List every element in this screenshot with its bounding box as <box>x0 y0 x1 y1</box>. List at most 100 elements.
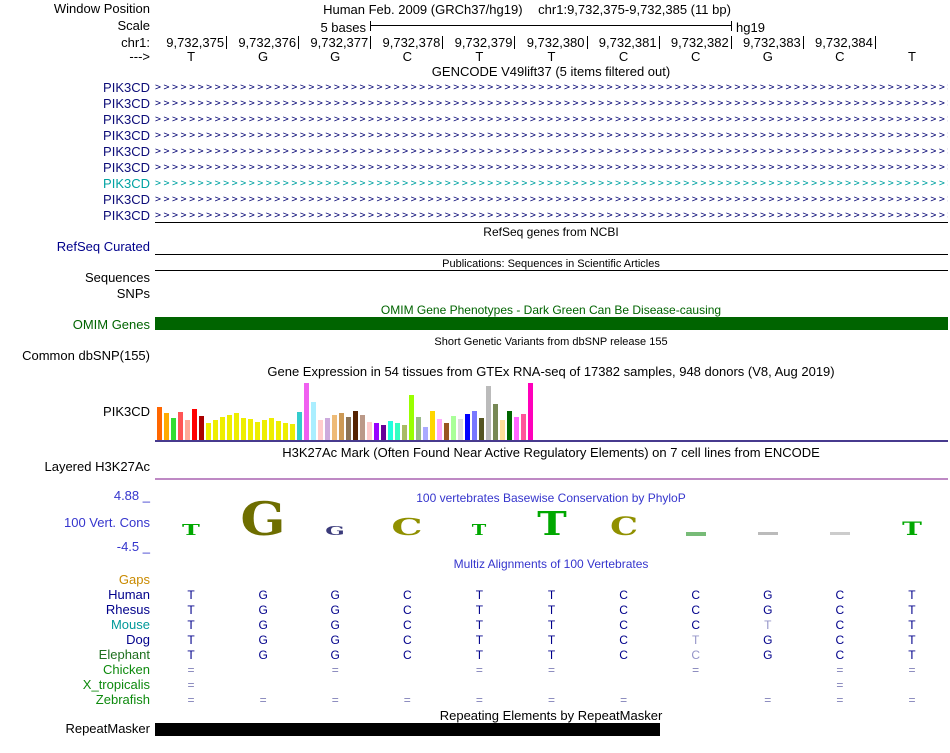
track-label-snps[interactable]: SNPs <box>117 287 150 301</box>
gtex-expression-bar[interactable] <box>458 419 463 440</box>
gtex-expression-bar[interactable] <box>521 414 526 440</box>
track-label-refseq[interactable]: RefSeq Curated <box>57 240 150 254</box>
gtex-expression-bar[interactable] <box>416 417 421 440</box>
gene-transcript[interactable]: >>>>>>>>>>>>>>>>>>>>>>>>>>>>>>>>>>>>>>>>… <box>155 129 948 143</box>
gtex-expression-bar[interactable] <box>206 423 211 440</box>
ruler-position[interactable]: 9,732,379 <box>443 36 516 49</box>
gtex-expression-bar[interactable] <box>234 413 239 440</box>
gtex-expression-bar[interactable] <box>423 427 428 440</box>
gtex-expression-bar[interactable] <box>192 409 197 440</box>
dbsnp-track-title[interactable]: Short Genetic Variants from dbSNP releas… <box>434 336 667 349</box>
gtex-expression-bar[interactable] <box>262 420 267 440</box>
omim-gene-bar[interactable] <box>155 317 948 330</box>
gtex-expression-bar[interactable] <box>346 417 351 440</box>
track-label-conservation[interactable]: 100 Vert. Cons <box>64 516 150 530</box>
gene-transcript[interactable]: >>>>>>>>>>>>>>>>>>>>>>>>>>>>>>>>>>>>>>>>… <box>155 177 948 191</box>
track-label-sequences[interactable]: Sequences <box>85 271 150 285</box>
gtex-expression-bar[interactable] <box>171 418 176 440</box>
gtex-expression-bar[interactable] <box>479 418 484 440</box>
gtex-expression-bar[interactable] <box>199 416 204 440</box>
gtex-expression-bar[interactable] <box>157 407 162 440</box>
gtex-expression-bar[interactable] <box>444 423 449 440</box>
track-label-h3k27ac[interactable]: Layered H3K27Ac <box>44 460 150 474</box>
publications-dense-track[interactable] <box>155 270 948 271</box>
gtex-expression-bar[interactable] <box>255 422 260 440</box>
ruler-position[interactable]: 9,732,376 <box>227 36 300 49</box>
gtex-expression-bar[interactable] <box>451 416 456 440</box>
species-label[interactable]: Elephant <box>99 648 150 662</box>
gtex-expression-bar[interactable] <box>290 424 295 440</box>
ruler-position[interactable]: 9,732,382 <box>660 36 732 49</box>
gtex-expression-bar[interactable] <box>409 395 414 440</box>
gtex-expression-bar[interactable] <box>465 414 470 440</box>
gtex-expression-bar[interactable] <box>241 418 246 440</box>
gene-label[interactable]: PIK3CD <box>103 145 150 159</box>
gtex-expression-bar[interactable] <box>402 425 407 440</box>
refseq-track-title[interactable]: RefSeq genes from NCBI <box>483 226 618 239</box>
gene-label[interactable]: PIK3CD <box>103 113 150 127</box>
repeatmasker-track-title[interactable]: Repeating Elements by RepeatMasker <box>440 709 663 722</box>
species-label[interactable]: Gaps <box>119 573 150 587</box>
track-label-repeatmasker[interactable]: RepeatMasker <box>65 722 150 736</box>
gtex-expression-bar[interactable] <box>528 383 533 440</box>
gene-transcript[interactable]: >>>>>>>>>>>>>>>>>>>>>>>>>>>>>>>>>>>>>>>>… <box>155 81 948 95</box>
gene-label[interactable]: PIK3CD <box>103 193 150 207</box>
gtex-expression-bar[interactable] <box>269 418 274 440</box>
gtex-expression-bar[interactable] <box>248 419 253 440</box>
gtex-expression-bar[interactable] <box>297 412 302 440</box>
gtex-expression-bar[interactable] <box>367 422 372 440</box>
gtex-expression-bar[interactable] <box>472 411 477 440</box>
gene-label[interactable]: PIK3CD <box>103 177 150 191</box>
ruler-position[interactable]: 9,732,383 <box>732 36 804 49</box>
gtex-expression-bar[interactable] <box>325 418 330 440</box>
gene-transcript[interactable]: >>>>>>>>>>>>>>>>>>>>>>>>>>>>>>>>>>>>>>>>… <box>155 113 948 127</box>
repeatmasker-element-bar[interactable] <box>155 723 660 736</box>
gtex-expression-bar[interactable] <box>213 420 218 440</box>
gtex-expression-bar[interactable] <box>220 417 225 440</box>
gene-label[interactable]: PIK3CD <box>103 209 150 223</box>
ruler-position[interactable]: 9,732,378 <box>371 36 444 49</box>
gtex-expression-bar[interactable] <box>500 420 505 440</box>
gencode-track-title[interactable]: GENCODE V49lift37 (5 items filtered out) <box>432 65 670 78</box>
track-label-omim[interactable]: OMIM Genes <box>73 318 150 332</box>
gtex-track-title[interactable]: Gene Expression in 54 tissues from GTEx … <box>267 365 834 378</box>
gtex-expression-bar[interactable] <box>353 411 358 440</box>
gtex-expression-bar[interactable] <box>178 412 183 440</box>
ruler-position[interactable]: 9,732,375 <box>155 36 228 49</box>
gtex-expression-bar[interactable] <box>381 425 386 440</box>
ruler-position[interactable]: 9,732,381 <box>588 36 660 49</box>
species-label[interactable]: Mouse <box>111 618 150 632</box>
species-label[interactable]: X_tropicalis <box>83 678 150 692</box>
h3k27ac-signal[interactable] <box>155 478 948 480</box>
gtex-expression-bar[interactable] <box>185 420 190 440</box>
ruler-position[interactable]: 9,732,380 <box>515 36 588 49</box>
gtex-expression-bar[interactable] <box>437 419 442 440</box>
h3k27ac-track-title[interactable]: H3K27Ac Mark (Often Found Near Active Re… <box>282 446 820 459</box>
gene-label[interactable]: PIK3CD <box>103 81 150 95</box>
omim-track-title[interactable]: OMIM Gene Phenotypes - Dark Green Can Be… <box>381 304 721 317</box>
species-label[interactable]: Dog <box>126 633 150 647</box>
gtex-expression-bar[interactable] <box>304 383 309 440</box>
ruler-position[interactable]: 9,732,377 <box>299 36 372 49</box>
gtex-expression-bar[interactable] <box>514 417 519 440</box>
gene-label[interactable]: PIK3CD <box>103 97 150 111</box>
gtex-expression-bar[interactable] <box>332 415 337 440</box>
gtex-expression-bar[interactable] <box>395 423 400 440</box>
gtex-expression-bar[interactable] <box>493 404 498 440</box>
gtex-expression-bar[interactable] <box>339 413 344 440</box>
gene-label[interactable]: PIK3CD <box>103 129 150 143</box>
gene-transcript[interactable]: >>>>>>>>>>>>>>>>>>>>>>>>>>>>>>>>>>>>>>>>… <box>155 209 948 223</box>
gene-transcript[interactable]: >>>>>>>>>>>>>>>>>>>>>>>>>>>>>>>>>>>>>>>>… <box>155 161 948 175</box>
species-label[interactable]: Chicken <box>103 663 150 677</box>
species-label[interactable]: Zebrafish <box>96 693 150 707</box>
gtex-expression-bar[interactable] <box>360 415 365 440</box>
refseq-dense-track[interactable] <box>155 254 948 255</box>
gtex-expression-bar[interactable] <box>507 411 512 440</box>
gtex-expression-bar[interactable] <box>283 423 288 440</box>
gtex-expression-bar[interactable] <box>227 415 232 440</box>
species-label[interactable]: Human <box>108 588 150 602</box>
gtex-expression-bar[interactable] <box>276 421 281 440</box>
gene-label[interactable]: PIK3CD <box>103 161 150 175</box>
ruler-position[interactable]: 9,732,384 <box>804 36 876 49</box>
multiz-track-title[interactable]: Multiz Alignments of 100 Vertebrates <box>454 558 649 571</box>
